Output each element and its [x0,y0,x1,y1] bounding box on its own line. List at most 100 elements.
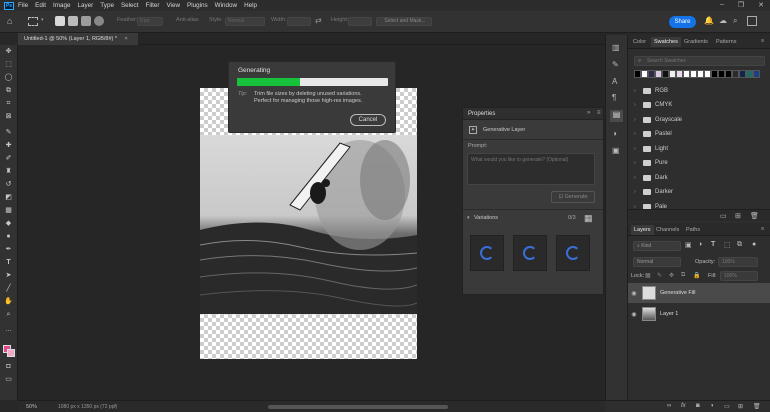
character-panel-icon[interactable]: A [612,77,617,86]
panel-menu-icon[interactable]: ≡ [761,226,764,232]
menu-file[interactable]: File [18,2,28,9]
variation-thumbnail[interactable] [556,235,590,271]
swatch-group[interactable]: › Pastel [634,128,760,141]
menu-image[interactable]: Image [53,2,71,9]
menu-plugins[interactable]: Plugins [187,2,208,9]
filter-adjust-icon[interactable]: ◑ [698,241,702,248]
chevron-right-icon[interactable]: › [634,88,640,94]
menu-edit[interactable]: Edit [35,2,46,9]
swatch[interactable] [669,70,676,78]
variation-thumbnail[interactable] [513,235,547,271]
adjustment-layer-icon[interactable]: ◑ [710,403,714,409]
layer-row-generative-fill[interactable]: ◉ Generative Fill [628,283,770,303]
swatch[interactable] [704,70,711,78]
menu-type[interactable]: Type [100,2,114,9]
swatch[interactable] [711,70,718,78]
background-color-swatch[interactable] [7,349,15,357]
chevron-right-icon[interactable]: › [634,131,640,137]
workspace-icon[interactable] [747,16,757,26]
new-layer-icon[interactable]: ⊞ [738,403,743,410]
paragraph-panel-icon[interactable]: ¶ [612,93,616,102]
screen-mode-icon[interactable]: ▭ [4,376,13,384]
horizontal-scrollbar[interactable] [268,405,448,409]
libraries-panel-icon[interactable]: ▣ [612,146,620,155]
brush-tool-icon[interactable]: ✐ [4,155,13,163]
swatch[interactable] [676,70,683,78]
swatch[interactable] [725,70,732,78]
menu-layer[interactable]: Layer [78,2,94,9]
eraser-tool-icon[interactable]: ◩ [4,194,13,202]
properties-panel-icon[interactable]: ▤ [610,110,623,122]
chevron-right-icon[interactable]: › [634,175,640,181]
opacity-input[interactable]: 100% [718,257,758,267]
close-tab-icon[interactable]: × [125,36,128,42]
minimize-icon[interactable]: – [720,1,724,9]
swatch[interactable] [732,70,739,78]
share-button[interactable]: Share [669,16,696,28]
stamp-tool-icon[interactable]: ♜ [4,168,13,176]
filter-pixel-icon[interactable]: ▣ [685,241,692,249]
swatch-group[interactable]: › Darker [634,186,760,199]
path-select-icon[interactable]: ➤ [4,272,13,280]
swatch-group[interactable]: › CMYK [634,99,760,112]
intersect-selection-icon[interactable] [94,16,104,26]
layer-row-layer-1[interactable]: ◉ Layer 1 [628,304,770,324]
gradient-tool-icon[interactable]: ▦ [4,207,13,215]
search-icon[interactable]: ⌕ [733,16,737,26]
hand-tool-icon[interactable]: ✋ [4,298,13,306]
home-icon[interactable]: ⌂ [7,16,12,26]
cloud-icon[interactable]: ☁ [719,16,727,25]
adjustments-panel-icon[interactable]: ◑ [612,129,617,138]
swatch[interactable] [753,70,760,78]
height-input[interactable] [348,17,372,26]
swatch[interactable] [690,70,697,78]
lock-pixels-icon[interactable]: ▦ [645,272,651,279]
fill-input[interactable]: 100% [720,271,758,281]
tab-layers[interactable]: Layers [631,225,654,235]
blend-mode-select[interactable]: Normal [633,257,681,267]
line-tool-icon[interactable]: ╱ [4,285,13,293]
swatch-group[interactable]: › Pure [634,157,760,170]
lock-artboard-icon[interactable]: ⧉ [681,272,685,279]
chevron-right-icon[interactable]: › [634,117,640,123]
generate-button[interactable]: ⊡ Generate [551,191,595,203]
swatch[interactable] [739,70,746,78]
link-layers-icon[interactable]: ∞ [667,403,671,409]
swatch[interactable] [655,70,662,78]
swatch-group[interactable]: › RGB [634,84,760,97]
swatch[interactable] [718,70,725,78]
swatch[interactable] [641,70,648,78]
eyedropper-icon[interactable]: ✎ [4,129,13,137]
menu-help[interactable]: Help [244,2,257,9]
blur-tool-icon[interactable]: ◆ [4,220,13,228]
eye-icon[interactable]: ◉ [628,290,640,297]
anti-alias-label[interactable]: Anti-alias [176,17,199,23]
dodge-tool-icon[interactable]: ● [4,233,13,241]
chevron-right-icon[interactable]: › [634,102,640,108]
healing-brush-icon[interactable]: ✚ [4,142,13,150]
tab-patterns[interactable]: Patterns [716,39,736,45]
filter-type-icon[interactable]: T [711,241,715,248]
add-selection-icon[interactable] [68,16,78,26]
menu-filter[interactable]: Filter [145,2,159,9]
crop-tool-icon[interactable]: ⌗ [4,100,13,108]
panel-menu-icon[interactable]: ≡ [761,38,764,44]
select-and-mask-button[interactable]: Select and Mask... [376,17,432,26]
chevron-down-icon[interactable]: ▾ [41,17,44,23]
zoom-level[interactable]: 50% [26,404,37,410]
restore-icon[interactable]: ❐ [738,1,744,9]
tab-color[interactable]: Color [633,39,646,45]
close-window-icon[interactable]: ✕ [758,1,764,9]
chevron-right-icon[interactable]: › [634,146,640,152]
brushes-panel-icon[interactable]: ✎ [612,60,619,69]
new-group-icon[interactable]: ▭ [720,212,727,220]
swatches-search-input[interactable] [647,57,763,65]
swatch-group[interactable]: › Dark [634,171,760,184]
history-panel-icon[interactable]: ▥ [612,43,620,52]
more-tools-icon[interactable]: … [4,326,13,334]
document-tab[interactable]: Untitled-1 @ 50% (Layer 1, RGB/8#) * × [18,33,138,45]
layer-style-icon[interactable]: fx [681,403,686,409]
swatch[interactable] [746,70,753,78]
new-group-icon[interactable]: ▭ [724,403,730,410]
collapse-icon[interactable]: » [587,110,590,116]
